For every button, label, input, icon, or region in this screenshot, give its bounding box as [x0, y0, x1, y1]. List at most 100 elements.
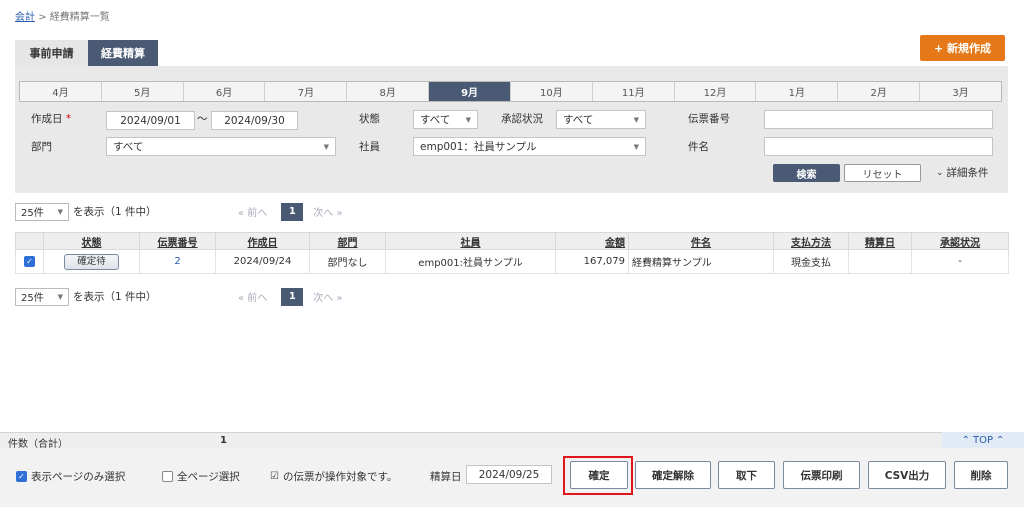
- print-slip-button[interactable]: 伝票印刷: [783, 461, 860, 489]
- header-approval[interactable]: 承認状況: [911, 232, 1009, 250]
- unconfirm-button[interactable]: 確定解除: [635, 461, 711, 489]
- slip-number-label: 伝票番号: [688, 113, 730, 125]
- pagination-top: 25件 ▼ を表示（1 件中）: [15, 202, 157, 221]
- current-page[interactable]: 1: [281, 202, 304, 221]
- month-tab-8[interactable]: 8月: [347, 82, 430, 101]
- amount-cell: 167,079: [555, 249, 629, 274]
- month-tab-7[interactable]: 7月: [265, 82, 348, 101]
- slip-no-cell: 2: [139, 249, 216, 274]
- month-tab-11[interactable]: 11月: [593, 82, 675, 101]
- operation-note: ☑ の伝票が操作対象です。: [270, 469, 397, 484]
- prev-page-link[interactable]: « 前へ: [238, 289, 267, 304]
- current-page[interactable]: 1: [281, 287, 304, 306]
- month-tab-12[interactable]: 12月: [675, 82, 757, 101]
- pager-bottom: « 前へ 1 次へ »: [238, 287, 343, 306]
- settle-date-label: 精算日: [430, 471, 462, 483]
- created-date-label: 作成日 *: [31, 111, 71, 126]
- status-button[interactable]: 確定待: [64, 253, 119, 270]
- search-button[interactable]: 検索: [773, 164, 840, 182]
- detail-conditions-toggle[interactable]: ⌄ 詳細条件: [936, 165, 989, 180]
- month-tab-9[interactable]: 9月: [429, 82, 511, 101]
- payment-cell: 現金支払: [773, 249, 849, 274]
- chevron-down-icon: ▼: [465, 115, 471, 124]
- header-created[interactable]: 作成日: [215, 232, 310, 250]
- approval-select[interactable]: すべて ▼: [556, 110, 646, 129]
- summary-count: 1: [220, 435, 227, 446]
- created-date-label-text: 作成日: [31, 113, 63, 125]
- header-subject[interactable]: 件名: [628, 232, 774, 250]
- confirm-button[interactable]: 確定: [570, 461, 628, 489]
- expense-table: 状態 伝票番号 作成日 部門 社員 金額 件名 支払方法 精算日 承認状況 ✓ …: [15, 232, 1009, 274]
- header-settle-date[interactable]: 精算日: [848, 232, 912, 250]
- delete-button[interactable]: 削除: [954, 461, 1008, 489]
- chevron-down-icon: ▼: [57, 207, 63, 216]
- header-dept[interactable]: 部門: [309, 232, 386, 250]
- month-tab-3[interactable]: 3月: [920, 82, 1001, 101]
- reset-button[interactable]: リセット: [844, 164, 921, 182]
- month-tab-2[interactable]: 2月: [838, 82, 921, 101]
- slip-number-input[interactable]: [764, 110, 993, 129]
- tab-pre-application[interactable]: 事前申請: [15, 40, 88, 66]
- chevron-down-icon: ▼: [323, 142, 329, 151]
- breadcrumb-current: 経費精算一覧: [49, 12, 110, 23]
- new-create-button[interactable]: + 新規作成: [920, 35, 1005, 61]
- department-select[interactable]: すべて ▼: [106, 137, 336, 156]
- approval-cell: -: [911, 249, 1009, 274]
- slip-number-link[interactable]: 2: [174, 256, 180, 267]
- per-page-select-bottom[interactable]: 25件 ▼: [15, 287, 69, 306]
- breadcrumb: 会計 > 経費精算一覧: [15, 8, 110, 23]
- subject-label: 件名: [688, 141, 709, 153]
- subject-cell: 経費精算サンプル: [628, 249, 774, 274]
- tab-expense-settlement[interactable]: 経費精算: [88, 40, 158, 66]
- all-pages-label: 全ページ選択: [177, 471, 240, 483]
- chevron-down-icon: ▼: [633, 115, 639, 124]
- subject-input[interactable]: [764, 137, 993, 156]
- return-up-icon: ⌃: [996, 434, 1005, 446]
- page-only-select[interactable]: ✓ 表示ページのみ選択: [16, 469, 125, 484]
- header-payment[interactable]: 支払方法: [773, 232, 849, 250]
- required-mark: *: [65, 113, 72, 125]
- prev-page-link[interactable]: « 前へ: [238, 204, 267, 219]
- month-tab-1[interactable]: 1月: [756, 82, 839, 101]
- status-label: 状態: [359, 113, 380, 125]
- chevron-down-icon: ▼: [633, 142, 639, 151]
- header-amount[interactable]: 金額: [555, 232, 629, 250]
- all-pages-select[interactable]: 全ページ選択: [162, 469, 240, 484]
- month-tab-5[interactable]: 5月: [102, 82, 184, 101]
- dept-cell: 部門なし: [309, 249, 386, 274]
- employee-select[interactable]: emp001：社員サンプル ▼: [413, 137, 646, 156]
- checkbox-mini-icon: ☑: [270, 471, 279, 482]
- next-page-link[interactable]: 次へ »: [313, 204, 342, 219]
- next-page-link[interactable]: 次へ »: [313, 289, 342, 304]
- row-checkbox[interactable]: ✓: [24, 256, 35, 267]
- per-page-value: 25件: [21, 208, 44, 219]
- employee-select-value: emp001：社員サンプル: [420, 141, 537, 153]
- header-slip-no[interactable]: 伝票番号: [139, 232, 216, 250]
- month-tab-4[interactable]: 4月: [20, 82, 102, 101]
- department-label: 部門: [31, 141, 52, 153]
- page-only-checkbox[interactable]: ✓: [16, 471, 27, 482]
- detail-conditions-label: 詳細条件: [946, 167, 989, 179]
- employee-cell: emp001:社員サンプル: [385, 249, 556, 274]
- date-from-input[interactable]: 2024/09/01: [106, 111, 195, 130]
- per-page-select[interactable]: 25件 ▼: [15, 202, 69, 221]
- status-select-value: すべて: [420, 114, 451, 126]
- status-select[interactable]: すべて ▼: [413, 110, 478, 129]
- settle-date-input[interactable]: 2024/09/25: [466, 465, 552, 484]
- csv-export-button[interactable]: CSV出力: [868, 461, 946, 489]
- header-employee[interactable]: 社員: [385, 232, 556, 250]
- chevron-down-icon: ⌄: [936, 167, 944, 178]
- date-range-tilde: 〜: [197, 113, 208, 125]
- withdraw-button[interactable]: 取下: [718, 461, 775, 489]
- per-page-value: 25件: [21, 293, 44, 304]
- top-link[interactable]: ⌃ TOP ⌃: [942, 432, 1024, 448]
- date-to-input[interactable]: 2024/09/30: [211, 111, 298, 130]
- month-tab-6[interactable]: 6月: [184, 82, 266, 101]
- table-row: ✓ 確定待 2 2024/09/24 部門なし emp001:社員サンプル 16…: [15, 249, 1009, 274]
- header-status[interactable]: 状態: [43, 232, 140, 250]
- page-only-label: 表示ページのみ選択: [31, 471, 126, 483]
- month-tab-10[interactable]: 10月: [511, 82, 593, 101]
- breadcrumb-root-link[interactable]: 会計: [15, 12, 35, 23]
- operation-note-text: の伝票が操作対象です。: [282, 471, 398, 483]
- all-pages-checkbox[interactable]: [162, 471, 173, 482]
